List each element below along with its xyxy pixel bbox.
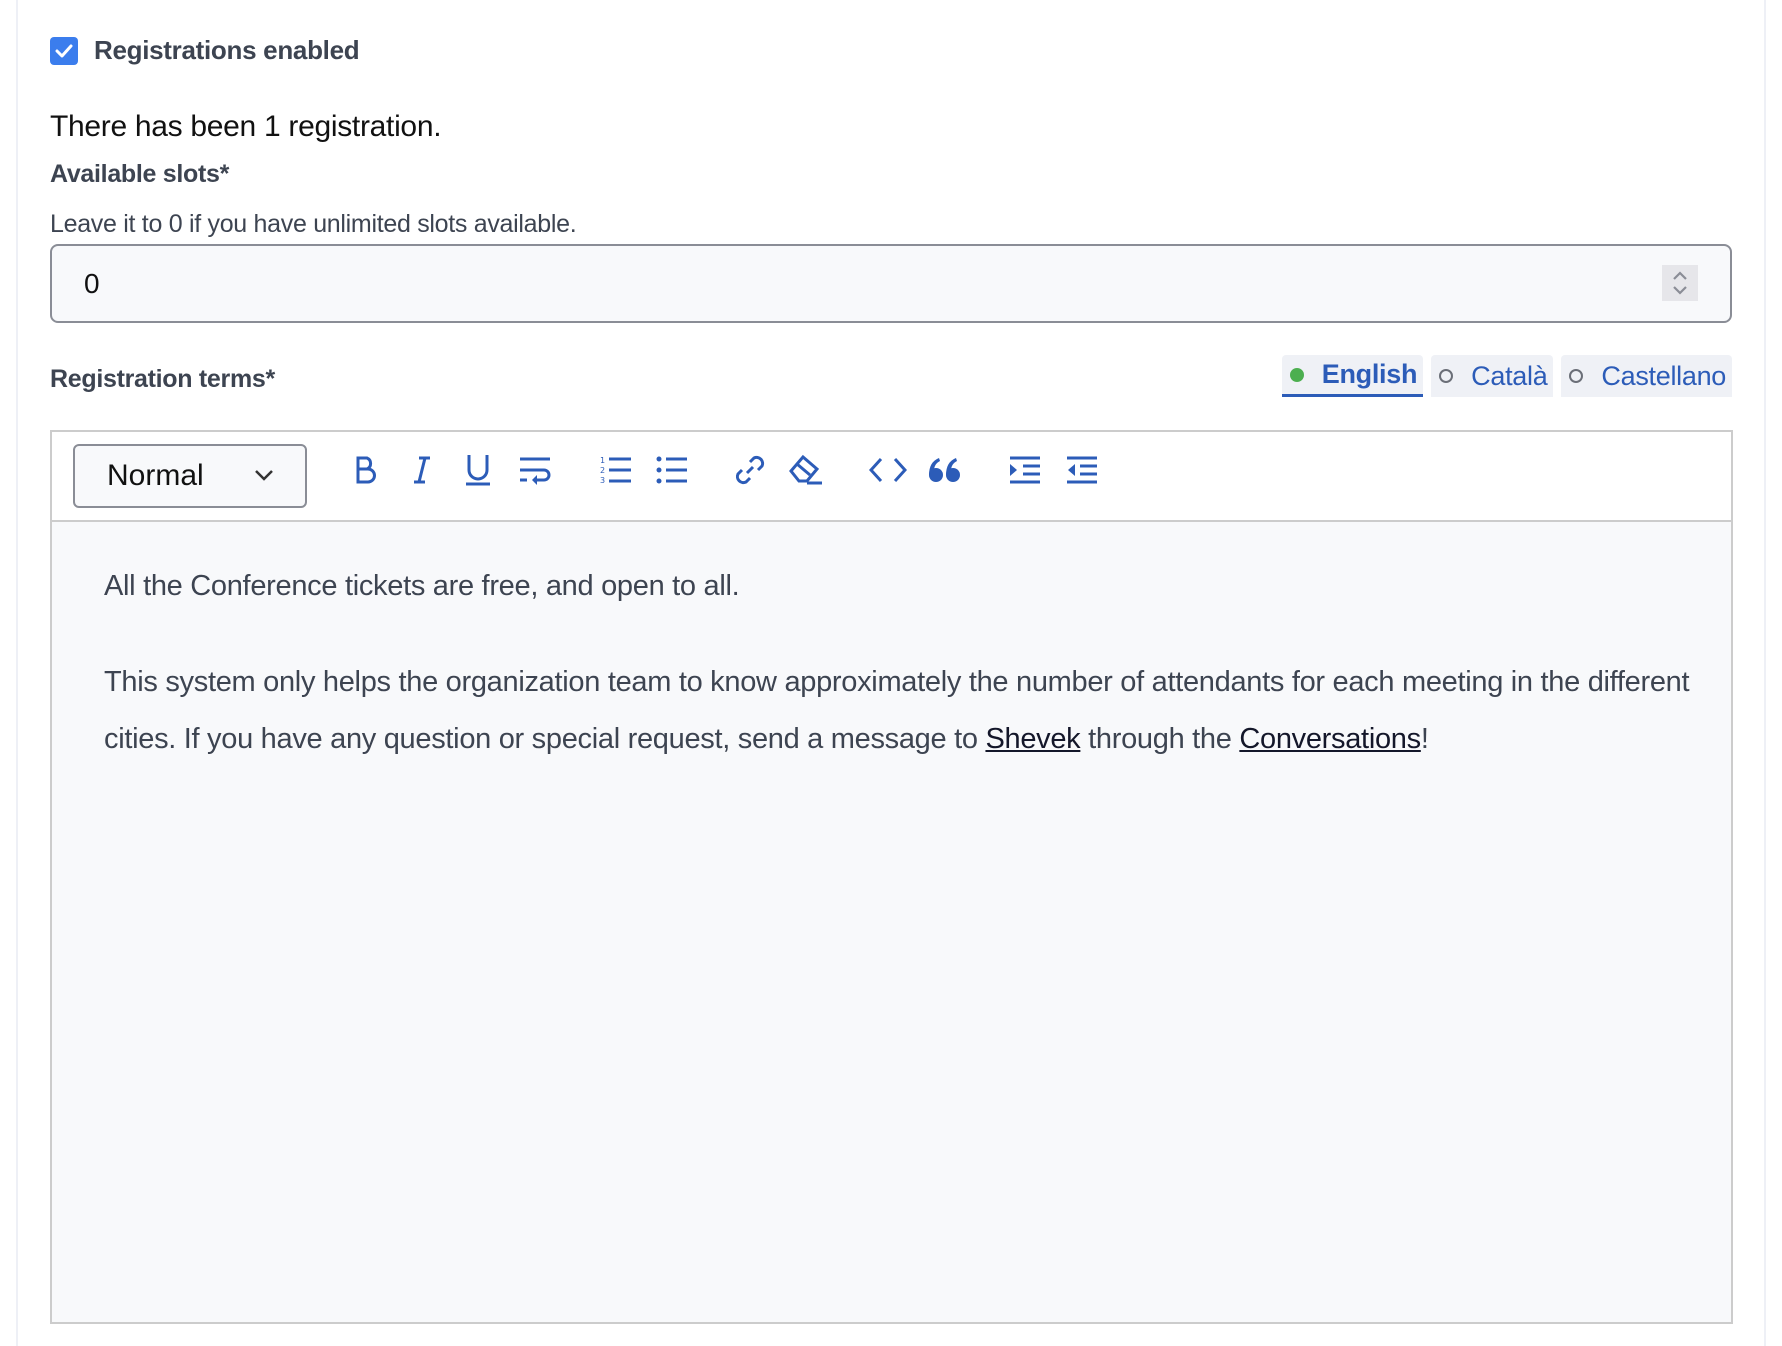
shevek-link[interactable]: Shevek xyxy=(985,723,1080,755)
outdent-button[interactable] xyxy=(1062,452,1102,488)
code-icon xyxy=(869,457,907,483)
page-border-left xyxy=(16,0,18,1346)
language-tabs: English Català Castellano xyxy=(1281,355,1732,397)
checkmark-icon xyxy=(55,44,73,57)
registrations-enabled-row[interactable]: Registrations enabled xyxy=(50,35,360,66)
underline-icon xyxy=(466,455,490,486)
translation-status-icon xyxy=(1289,367,1304,382)
indent-button[interactable] xyxy=(1005,452,1045,488)
text-wrap-icon xyxy=(520,457,551,485)
eraser-icon xyxy=(789,454,822,485)
paragraph-text: ! xyxy=(1420,723,1429,755)
registration-terms-label: Registration terms* xyxy=(50,365,275,393)
link-button[interactable] xyxy=(730,452,770,488)
svg-text:3: 3 xyxy=(600,476,605,485)
outdent-icon xyxy=(1067,456,1097,484)
italic-icon xyxy=(414,456,430,484)
ordered-list-button[interactable]: 123 xyxy=(596,452,636,488)
clear-formatting-button[interactable] xyxy=(786,452,826,488)
tab-catala-label: Català xyxy=(1471,360,1548,391)
hard-break-button[interactable] xyxy=(515,452,555,488)
registrations-enabled-label: Registrations enabled xyxy=(94,35,360,65)
page-border-right xyxy=(1764,0,1766,1346)
bold-icon xyxy=(356,456,376,484)
text-format-value: Normal xyxy=(107,459,204,492)
registrations-enabled-checkbox[interactable] xyxy=(50,36,78,65)
translation-status-icon xyxy=(1439,369,1454,383)
ordered-list-icon: 123 xyxy=(600,456,631,485)
bold-button[interactable] xyxy=(346,452,386,488)
tab-castellano[interactable]: Castellano xyxy=(1561,355,1732,397)
conversations-link[interactable]: Conversations xyxy=(1239,723,1421,755)
tab-english[interactable]: English xyxy=(1281,355,1424,397)
tab-catala[interactable]: Català xyxy=(1431,355,1554,397)
tab-english-label: English xyxy=(1321,359,1418,389)
editor-content[interactable]: All the Conference tickets are free, and… xyxy=(52,522,1731,768)
link-icon xyxy=(735,455,765,485)
bullet-list-icon xyxy=(656,456,687,484)
bullet-list-button[interactable] xyxy=(652,452,692,488)
editor-toolbar: Normal 123 xyxy=(52,432,1731,522)
italic-button[interactable] xyxy=(402,452,442,488)
available-slots-label: Available slots* xyxy=(50,160,230,188)
available-slots-field[interactable] xyxy=(50,244,1732,323)
underline-button[interactable] xyxy=(458,452,498,488)
number-spinner[interactable] xyxy=(1662,265,1698,301)
code-block-button[interactable] xyxy=(868,452,908,488)
paragraph-text: This system only helps the organization … xyxy=(104,666,1690,755)
rich-text-editor: Normal 123 All the Conference tickets ar… xyxy=(50,430,1733,1324)
svg-text:1: 1 xyxy=(600,456,605,465)
spinner-arrows-icon xyxy=(1673,271,1687,295)
paragraph-text: through the xyxy=(1080,723,1240,755)
blockquote-button[interactable] xyxy=(925,452,965,488)
terms-paragraph-2: This system only helps the organization … xyxy=(104,654,1724,768)
indent-icon xyxy=(1010,456,1040,484)
available-slots-help: Leave it to 0 if you have unlimited slot… xyxy=(50,210,577,238)
quote-icon xyxy=(929,458,960,482)
svg-text:2: 2 xyxy=(600,466,605,475)
available-slots-input[interactable] xyxy=(84,267,1584,300)
text-format-select[interactable]: Normal xyxy=(73,444,307,508)
registration-count-text: There has been 1 registration. xyxy=(50,110,442,143)
tab-castellano-label: Castellano xyxy=(1601,360,1726,391)
chevron-down-icon xyxy=(255,470,273,481)
terms-paragraph-1: All the Conference tickets are free, and… xyxy=(104,570,740,602)
translation-status-icon xyxy=(1569,369,1584,383)
